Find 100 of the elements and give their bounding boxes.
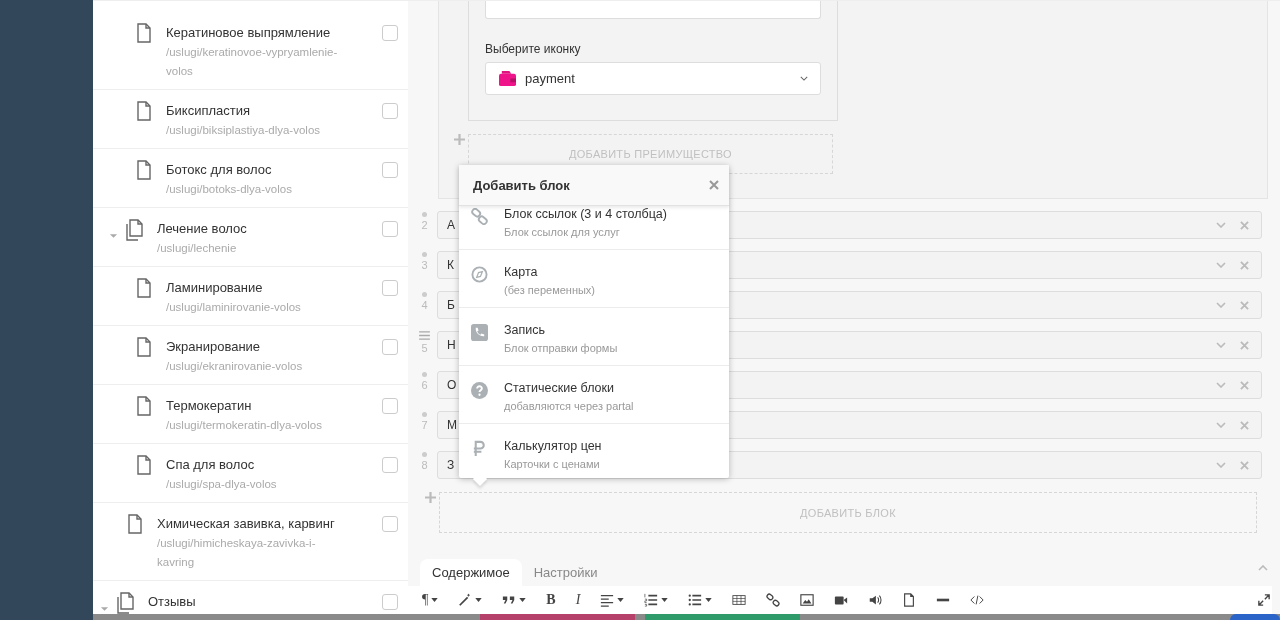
- document-icon: [136, 337, 152, 357]
- page-title[interactable]: Химическая завивка, карвинг: [157, 514, 335, 534]
- bold-button[interactable]: B: [540, 588, 562, 612]
- chevron-down-icon[interactable]: [1216, 422, 1226, 428]
- chevron-up-icon[interactable]: [1258, 565, 1268, 571]
- file-icon: [902, 593, 917, 607]
- block-number: 2: [421, 219, 428, 232]
- page-url: /uslugi/lechenie: [157, 241, 237, 256]
- caret-icon[interactable]: [475, 598, 483, 602]
- block-number: 8: [421, 459, 428, 472]
- checkbox[interactable]: [382, 221, 398, 237]
- page-title[interactable]: Отзывы: [148, 592, 196, 612]
- page-title[interactable]: Термокератин: [166, 396, 252, 416]
- block-type-title: Карта: [504, 264, 538, 280]
- drag-dot-icon[interactable]: [422, 372, 427, 377]
- chevron-down-icon[interactable]: [1216, 342, 1226, 348]
- document-icon: [136, 278, 152, 298]
- chevron-down-icon[interactable]: [1216, 222, 1226, 228]
- chevron-down-icon[interactable]: [1216, 262, 1226, 268]
- magic-wand-icon: [458, 593, 473, 607]
- block-type-item[interactable]: Карта (без переменных): [459, 250, 729, 308]
- checkbox[interactable]: [382, 457, 398, 473]
- phone-icon: [471, 324, 488, 341]
- page-url: /uslugi/keratinovoe-vypryamlenie-volos: [166, 45, 339, 79]
- checkbox[interactable]: [382, 103, 398, 119]
- checkbox[interactable]: [382, 398, 398, 414]
- documents-icon: [124, 219, 146, 241]
- italic-button[interactable]: I: [569, 588, 587, 612]
- audio-icon: [868, 593, 883, 607]
- drag-dot-icon[interactable]: [422, 212, 427, 217]
- block-type-item[interactable]: Запись Блок отправки формы: [459, 308, 729, 366]
- page-title[interactable]: Спа для волос: [166, 455, 255, 475]
- document-icon: [127, 514, 143, 534]
- block-type-description: Карточки с ценами: [504, 457, 600, 472]
- plus-icon[interactable]: [425, 492, 436, 503]
- page-title[interactable]: Ботокс для волос: [166, 160, 272, 180]
- table-icon: [732, 593, 747, 607]
- page-title[interactable]: Кератиновое выпрямление: [166, 23, 331, 43]
- drag-dot-icon[interactable]: [422, 452, 427, 457]
- checkbox[interactable]: [382, 516, 398, 532]
- close-icon[interactable]: [709, 180, 719, 190]
- block-type-description: добавляются через partal: [504, 399, 634, 414]
- chevron-down-icon: [800, 76, 808, 81]
- block-type-item[interactable]: Блок ссылок (3 и 4 столбца) Блок ссылок для услуг: [459, 206, 729, 250]
- caret-icon[interactable]: [519, 598, 527, 602]
- page-title[interactable]: Экранирование: [166, 337, 261, 357]
- checkbox[interactable]: [382, 594, 398, 610]
- block-type-title: Статические блоки: [504, 380, 615, 396]
- page-url: /uslugi/laminirovanie-volos: [166, 300, 301, 315]
- caret-icon[interactable]: [705, 598, 713, 602]
- plus-icon[interactable]: [454, 134, 465, 145]
- drag-dot-icon[interactable]: [422, 292, 427, 297]
- help-icon: [471, 382, 488, 399]
- block-type-title: Калькулятор цен: [504, 438, 602, 454]
- close-icon[interactable]: [1240, 340, 1249, 350]
- close-icon[interactable]: [1240, 260, 1249, 270]
- close-icon[interactable]: [1240, 220, 1249, 230]
- checkbox[interactable]: [382, 280, 398, 296]
- block-number: 3: [421, 259, 428, 272]
- close-icon[interactable]: [1240, 300, 1249, 310]
- close-icon[interactable]: [1240, 460, 1249, 470]
- icon-select[interactable]: payment: [485, 62, 821, 95]
- chevron-down-icon[interactable]: [1216, 302, 1226, 308]
- align-icon: [600, 593, 615, 607]
- drag-dot-icon[interactable]: [422, 412, 427, 417]
- checkbox[interactable]: [382, 339, 398, 355]
- page-title[interactable]: Лечение волос: [157, 219, 247, 239]
- page-url: /uslugi/ekranirovanie-volos: [166, 359, 303, 374]
- page-url: /uslugi/termokeratin-dlya-volos: [166, 418, 322, 433]
- ordered-list-icon: [644, 593, 659, 607]
- popup-title: Добавить блок: [473, 177, 571, 193]
- page-title[interactable]: Ламинирование: [166, 278, 263, 298]
- document-icon: [136, 396, 152, 416]
- close-icon[interactable]: [1240, 420, 1249, 430]
- drag-dot-icon[interactable]: [422, 252, 427, 257]
- block-type-description: Блок ссылок для услуг: [504, 225, 620, 240]
- page-title[interactable]: Биксипластия: [166, 101, 250, 121]
- chevron-down-icon[interactable]: [1216, 382, 1226, 388]
- fullscreen-icon[interactable]: [1258, 594, 1270, 606]
- document-icon: [136, 23, 152, 43]
- document-icon: [136, 160, 152, 180]
- page-url: /uslugi/biksiplastiya-dlya-volos: [166, 123, 321, 138]
- caret-icon[interactable]: [617, 598, 625, 602]
- close-icon[interactable]: [1240, 380, 1249, 390]
- paragraph-button[interactable]: ¶: [416, 588, 445, 612]
- chevron-down-icon[interactable]: [1216, 462, 1226, 468]
- document-icon: [136, 455, 152, 475]
- checkbox[interactable]: [382, 162, 398, 178]
- block-type-description: Блок отправки формы: [504, 341, 618, 356]
- block-number: 7: [421, 419, 428, 432]
- page-url: /uslugi/botoks-dlya-volos: [166, 182, 292, 197]
- tab[interactable]: Содержимое: [420, 559, 522, 586]
- checkbox[interactable]: [382, 25, 398, 41]
- caret-icon[interactable]: [431, 598, 439, 602]
- wallet-icon: [498, 70, 517, 87]
- caret-icon[interactable]: [661, 598, 669, 602]
- link-icon: [471, 208, 488, 225]
- block-type-item[interactable]: Статические блоки добавляются через partal: [459, 366, 729, 424]
- text-field[interactable]: [485, 1, 821, 19]
- drag-handle-icon[interactable]: [419, 331, 430, 340]
